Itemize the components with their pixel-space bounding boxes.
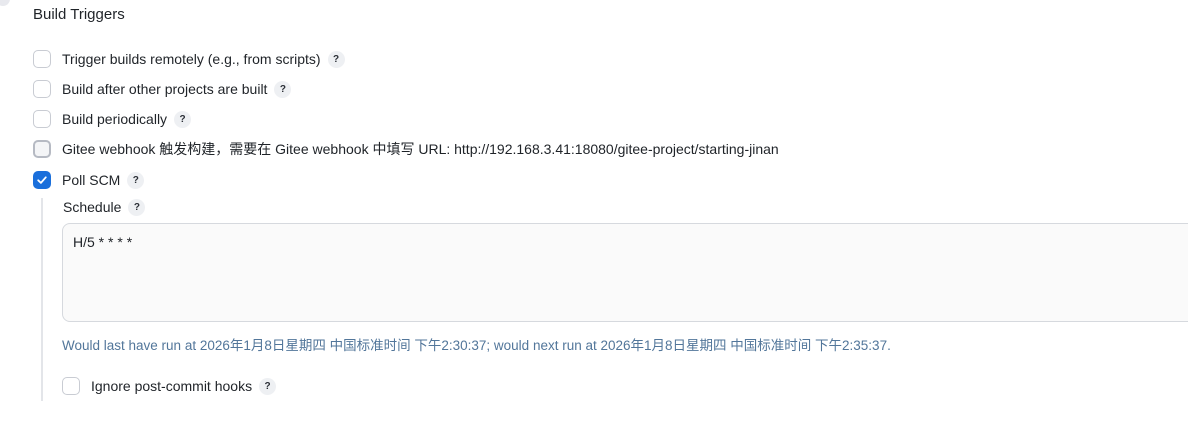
- build-after-help-icon[interactable]: ?: [274, 80, 292, 98]
- checkmark-icon: [37, 176, 47, 184]
- schedule-label-row: Schedule ?: [63, 196, 146, 218]
- build-triggers-panel: Build Triggers Trigger builds remotely (…: [0, 0, 1188, 423]
- build-after-label[interactable]: Build after other projects are built: [62, 81, 267, 97]
- ignore-hooks-label[interactable]: Ignore post-commit hooks: [91, 378, 252, 394]
- trigger-remote-label[interactable]: Trigger builds remotely (e.g., from scri…: [62, 51, 321, 67]
- schedule-label: Schedule: [63, 199, 122, 215]
- ignore-hooks-help-icon[interactable]: ?: [259, 377, 277, 395]
- nested-section-bar: [41, 198, 43, 401]
- poll-scm-help-icon[interactable]: ?: [127, 171, 145, 189]
- ignore-hooks-row: Ignore post-commit hooks ?: [62, 375, 277, 397]
- gitee-webhook-checkbox[interactable]: [33, 140, 51, 158]
- schedule-run-info: Would last have run at 2026年1月8日星期四 中国标准…: [62, 338, 891, 353]
- poll-scm-label[interactable]: Poll SCM: [62, 172, 120, 188]
- schedule-help-icon[interactable]: ?: [128, 198, 146, 216]
- poll-scm-row: Poll SCM ?: [33, 169, 145, 191]
- poll-scm-checkbox[interactable]: [33, 171, 51, 189]
- gitee-webhook-row: Gitee webhook 触发构建，需要在 Gitee webhook 中填写…: [33, 138, 779, 160]
- trigger-remote-row: Trigger builds remotely (e.g., from scri…: [33, 48, 345, 70]
- schedule-value: H/5 * * * *: [73, 234, 133, 250]
- partial-circle-decoration: [0, 0, 10, 6]
- build-after-checkbox[interactable]: [33, 80, 51, 98]
- trigger-remote-help-icon[interactable]: ?: [327, 50, 345, 68]
- section-title: Build Triggers: [33, 6, 125, 23]
- ignore-hooks-checkbox[interactable]: [62, 377, 80, 395]
- schedule-textarea[interactable]: H/5 * * * *: [62, 223, 1188, 322]
- build-after-row: Build after other projects are built ?: [33, 78, 292, 100]
- gitee-webhook-label[interactable]: Gitee webhook 触发构建，需要在 Gitee webhook 中填写…: [62, 139, 779, 159]
- build-periodically-checkbox[interactable]: [33, 110, 51, 128]
- build-periodically-label[interactable]: Build periodically: [62, 111, 167, 127]
- trigger-remote-checkbox[interactable]: [33, 50, 51, 68]
- build-periodically-help-icon[interactable]: ?: [174, 110, 192, 128]
- build-periodically-row: Build periodically ?: [33, 108, 192, 130]
